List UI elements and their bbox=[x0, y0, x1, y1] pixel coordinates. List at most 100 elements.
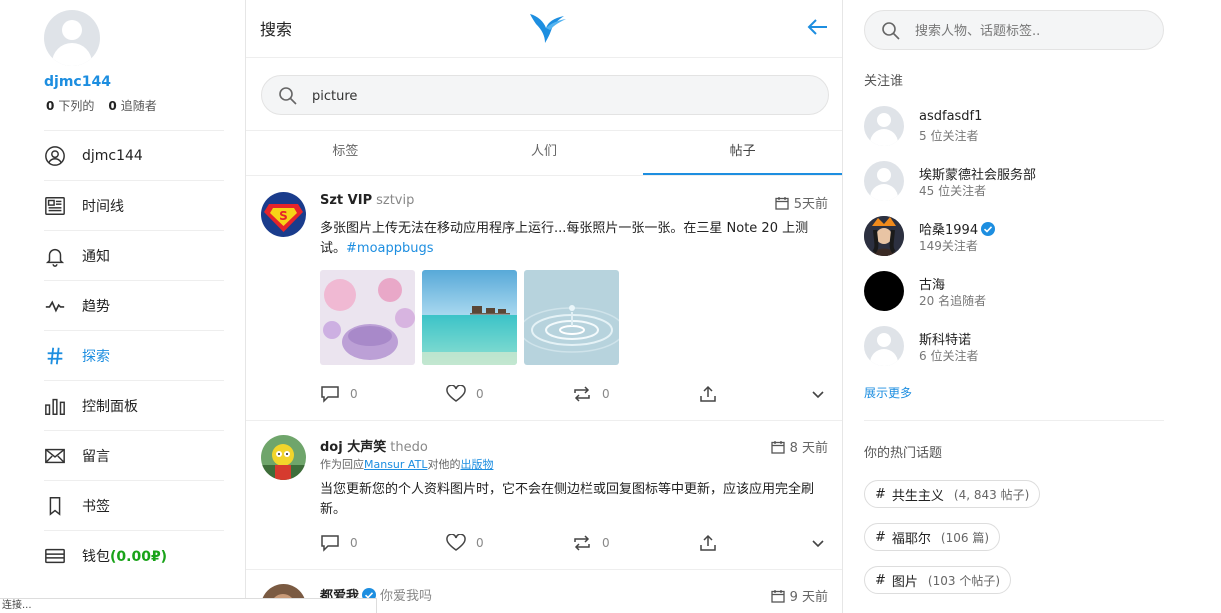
followers-count[interactable]: 0 bbox=[108, 99, 116, 113]
profile-username[interactable]: djmc144 bbox=[44, 74, 111, 90]
nav-item-messages[interactable]: 留言 bbox=[44, 430, 224, 480]
tab-tags[interactable]: 标签 bbox=[246, 131, 445, 175]
browser-status-bar: 连接... bbox=[0, 598, 377, 613]
avatar[interactable] bbox=[864, 326, 904, 366]
like-button[interactable]: 0 bbox=[446, 385, 484, 403]
page-title: 搜索 bbox=[260, 20, 293, 39]
nav-item-trends[interactable]: 趋势 bbox=[44, 280, 224, 330]
search-icon bbox=[882, 22, 900, 40]
suggested-user-name[interactable]: 哈桑1994 bbox=[919, 219, 996, 238]
comment-count: 0 bbox=[350, 387, 358, 401]
more-button[interactable] bbox=[808, 534, 838, 552]
avatar[interactable]: S bbox=[261, 192, 306, 237]
trending-topics-title: 你的热门话题 bbox=[864, 446, 943, 461]
hashtag-icon bbox=[47, 347, 63, 364]
author-name[interactable]: doj 大声笑 bbox=[320, 440, 386, 455]
hashtag-link[interactable]: #moappbugs bbox=[346, 241, 434, 256]
following-label[interactable]: 下列的 bbox=[58, 99, 94, 113]
topic-chip[interactable]: # 福耶尔 (106 篇) bbox=[864, 523, 1001, 551]
calendar-icon bbox=[770, 440, 785, 454]
calendar-icon bbox=[775, 196, 789, 210]
show-more-link[interactable]: 展示更多 bbox=[864, 384, 912, 401]
credit-card-icon bbox=[45, 548, 65, 563]
repost-button[interactable]: 0 bbox=[572, 385, 610, 403]
topic-count: (103 个帖子) bbox=[927, 573, 1001, 588]
divider bbox=[864, 420, 1164, 421]
suggested-user-name[interactable]: 斯科特诺 bbox=[919, 329, 971, 348]
suggested-user[interactable]: asdfasdf1 5 位关注者 bbox=[864, 106, 1164, 146]
tab-posts[interactable]: 帖子 bbox=[643, 131, 843, 175]
post-header: doj 大声笑 thedo bbox=[320, 436, 428, 455]
comment-button[interactable]: 0 bbox=[320, 385, 358, 403]
search-tabs: 标签 人们 帖子 bbox=[246, 130, 843, 176]
suggested-user[interactable]: 斯科特诺 6 位关注者 bbox=[864, 326, 1164, 366]
user-circle-icon bbox=[45, 145, 65, 166]
avatar[interactable] bbox=[864, 106, 904, 146]
nav-label: djmc144 bbox=[82, 147, 143, 164]
suggested-user[interactable]: 哈桑1994 149关注者 bbox=[864, 216, 1164, 256]
bird-logo-icon[interactable] bbox=[528, 10, 568, 44]
tab-people[interactable]: 人们 bbox=[445, 131, 644, 175]
topic-chip[interactable]: # 共生主义 (4, 843 帖子) bbox=[864, 480, 1041, 508]
nav-label: 探索 bbox=[82, 348, 110, 365]
topic-name: 福耶尔 bbox=[891, 531, 931, 547]
author-handle[interactable]: sztvip bbox=[376, 193, 414, 208]
nav-item-bookmarks[interactable]: 书签 bbox=[44, 480, 224, 530]
suggested-user-name[interactable]: 埃斯蒙德社会服务部 bbox=[919, 164, 1036, 183]
topic-chip[interactable]: # 图片 (103 个帖子) bbox=[864, 566, 1012, 594]
reply-context: 作为回应Mansur ATL对他的出版物 bbox=[320, 456, 493, 472]
reply-user-link[interactable]: Mansur ATL bbox=[364, 458, 427, 471]
nav-label: 控制面板 bbox=[82, 398, 138, 415]
nav-label: 时间线 bbox=[82, 198, 124, 215]
topic-count: (106 篇) bbox=[940, 530, 990, 545]
post: S Szt VIP sztvip 5天前 多张图片上传无法在移动应用程序上运行..… bbox=[246, 177, 842, 421]
time-label: 9 天前 bbox=[789, 590, 828, 605]
avatar[interactable] bbox=[864, 161, 904, 201]
search-bar bbox=[261, 75, 829, 115]
followers-label[interactable]: 追随者 bbox=[121, 99, 157, 113]
suggested-user-name[interactable]: asdfasdf1 bbox=[919, 109, 982, 124]
nav-item-dashboard[interactable]: 控制面板 bbox=[44, 380, 224, 430]
svg-text:S: S bbox=[279, 209, 288, 223]
following-count[interactable]: 0 bbox=[46, 99, 54, 113]
repost-button[interactable]: 0 bbox=[572, 534, 610, 552]
share-button[interactable] bbox=[698, 534, 728, 552]
post-image[interactable] bbox=[422, 270, 517, 365]
post-image[interactable] bbox=[524, 270, 619, 365]
verified-badge-icon bbox=[981, 221, 996, 236]
people-search-input[interactable] bbox=[915, 20, 1145, 42]
newspaper-icon bbox=[45, 196, 65, 215]
avatar[interactable] bbox=[864, 216, 904, 256]
avatar[interactable] bbox=[864, 271, 904, 311]
avatar[interactable] bbox=[261, 435, 306, 480]
comment-button[interactable]: 0 bbox=[320, 534, 358, 552]
post-image[interactable] bbox=[320, 270, 415, 365]
nav-item-explore[interactable]: 探索 bbox=[44, 330, 224, 380]
user-avatar[interactable] bbox=[44, 10, 100, 66]
suggested-user-followers: 45 位关注者 bbox=[919, 184, 987, 198]
reply-mid: 对他的 bbox=[427, 458, 461, 471]
right-sidebar: 关注谁 asdfasdf1 5 位关注者 埃斯蒙德社会服务部 45 位关注者 哈… bbox=[864, 0, 1164, 613]
nav-label: 留言 bbox=[82, 448, 110, 465]
nav-item-notifications[interactable]: 通知 bbox=[44, 230, 224, 280]
arrow-left-icon[interactable] bbox=[806, 16, 830, 38]
calendar-icon bbox=[770, 589, 785, 603]
nav-item-profile[interactable]: djmc144 bbox=[44, 130, 224, 180]
more-button[interactable] bbox=[808, 385, 838, 403]
reply-publication-link[interactable]: 出版物 bbox=[460, 458, 493, 471]
nav-item-timeline[interactable]: 时间线 bbox=[44, 180, 224, 230]
hash-icon: # bbox=[875, 572, 886, 588]
author-handle[interactable]: thedo bbox=[390, 440, 428, 455]
like-button[interactable]: 0 bbox=[446, 534, 484, 552]
nav-item-wallet[interactable]: 钱包(0.00₽) bbox=[44, 530, 224, 580]
suggested-user[interactable]: 埃斯蒙德社会服务部 45 位关注者 bbox=[864, 161, 1164, 201]
author-name[interactable]: Szt VIP bbox=[320, 193, 372, 208]
comment-icon bbox=[321, 535, 339, 552]
suggested-user-followers: 5 位关注者 bbox=[919, 129, 979, 143]
author-handle[interactable]: 你爱我吗 bbox=[380, 585, 432, 604]
share-button[interactable] bbox=[698, 385, 728, 403]
topic-count: (4, 843 帖子) bbox=[953, 487, 1030, 502]
search-input[interactable] bbox=[312, 85, 812, 107]
suggested-user[interactable]: 古海 20 名追随者 bbox=[864, 271, 1164, 311]
suggested-user-name[interactable]: 古海 bbox=[919, 274, 945, 293]
